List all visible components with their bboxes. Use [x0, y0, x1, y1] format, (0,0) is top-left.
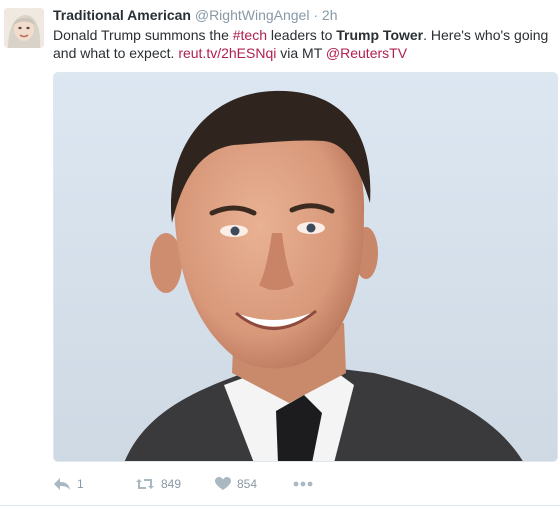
reply-icon: [53, 477, 71, 491]
tweet: Traditional American @RightWingAngel · 2…: [0, 0, 560, 509]
like-button[interactable]: 854: [215, 474, 257, 494]
time-separator: ·: [313, 7, 319, 23]
text-segment: leaders to: [267, 27, 337, 43]
like-count: 854: [237, 477, 258, 491]
avatar[interactable]: [4, 8, 44, 48]
retweet-button[interactable]: 849: [135, 474, 181, 494]
tweet-divider: [0, 505, 560, 506]
text-segment: Donald Trump summons the: [53, 27, 233, 43]
tweet-header: Traditional American @RightWingAngel · 2…: [53, 6, 338, 24]
heart-icon: [215, 477, 231, 491]
retweet-icon: [135, 477, 155, 491]
reply-count: 1: [77, 477, 84, 491]
retweet-count: 849: [161, 477, 182, 491]
url-link[interactable]: reut.tv/2hESNqi: [178, 45, 276, 61]
hashtag-link[interactable]: #tech: [233, 27, 267, 43]
timestamp[interactable]: 2h: [322, 7, 338, 23]
mention-link[interactable]: @ReutersTV: [326, 45, 407, 61]
handle[interactable]: @RightWingAngel: [195, 7, 310, 23]
tweet-text: Donald Trump summons the #tech leaders t…: [53, 26, 553, 62]
tweet-photo[interactable]: [53, 72, 558, 462]
text-segment: via MT: [276, 45, 326, 61]
more-button[interactable]: [293, 474, 313, 494]
bold-text: Trump Tower: [336, 27, 424, 43]
reply-button[interactable]: 1: [53, 474, 84, 494]
display-name[interactable]: Traditional American: [53, 7, 191, 23]
more-dots-icon: [293, 481, 313, 487]
tweet-actions: 1 849 854: [53, 474, 353, 494]
